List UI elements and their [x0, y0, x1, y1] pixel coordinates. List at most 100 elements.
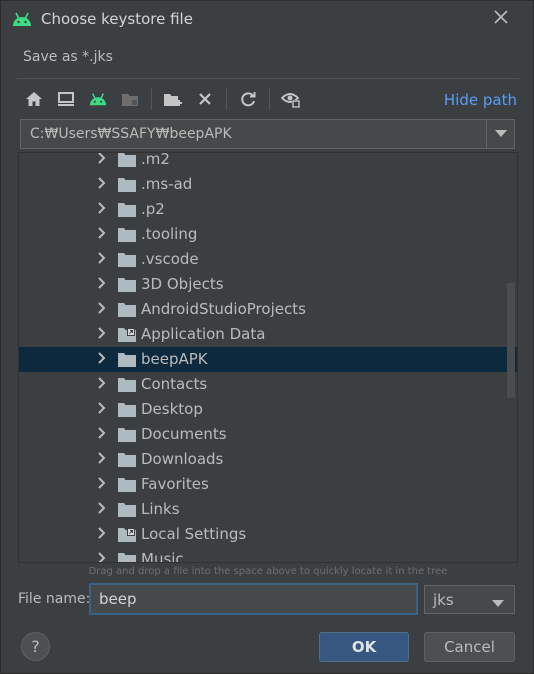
title-bar: Choose keystore file [1, 1, 533, 37]
folder-icon [118, 477, 136, 492]
tree-row-label: AndroidStudioProjects [141, 300, 306, 318]
folder-icon [118, 552, 136, 562]
folder-icon [118, 252, 136, 267]
tree-row[interactable]: .ms-ad [19, 172, 517, 197]
tree-row-label: Music [141, 550, 184, 563]
chevron-right-icon[interactable] [95, 451, 109, 465]
tree-row-label: Favorites [141, 475, 209, 493]
tree-row[interactable]: .p2 [19, 197, 517, 222]
extension-value: jks [433, 591, 454, 609]
chevron-right-icon[interactable] [95, 201, 109, 215]
tree-row-label: .p2 [141, 200, 165, 218]
home-icon[interactable] [23, 88, 45, 110]
tree-row[interactable]: Documents [19, 422, 517, 447]
desktop-icon[interactable] [55, 88, 77, 110]
tree-row-label: Desktop [141, 400, 203, 418]
chevron-right-icon[interactable] [95, 326, 109, 340]
close-icon[interactable] [491, 8, 511, 28]
chevron-right-icon[interactable] [95, 501, 109, 515]
tree-row-label: Application Data [141, 325, 266, 343]
tree-row-label: .ms-ad [141, 175, 193, 193]
chevron-down-icon[interactable] [486, 120, 514, 148]
folder-shortcut-icon [118, 527, 136, 542]
dialog-title: Choose keystore file [41, 10, 193, 28]
folder-icon [118, 427, 136, 442]
tree-row-label: Contacts [141, 375, 208, 393]
tree-scrollbar[interactable] [507, 283, 515, 398]
tree-row[interactable]: Local Settings [19, 522, 517, 547]
ok-button[interactable]: OK [319, 632, 409, 662]
tree-row[interactable]: Music [19, 547, 517, 563]
folder-icon [118, 177, 136, 192]
folder-icon [118, 153, 136, 167]
toolbar-separator [151, 88, 152, 110]
folder-icon [118, 377, 136, 392]
path-field[interactable]: C:₩Users₩SSAFY₩beepAPK [30, 126, 232, 142]
folder-icon [118, 452, 136, 467]
chevron-right-icon[interactable] [95, 526, 109, 540]
divider [17, 78, 519, 79]
tree-row[interactable]: .m2 [19, 152, 517, 172]
help-button[interactable]: ? [21, 632, 50, 661]
folder-icon [118, 277, 136, 292]
refresh-icon[interactable] [237, 88, 259, 110]
chevron-right-icon[interactable] [95, 176, 109, 190]
folder-shortcut-icon [118, 327, 136, 342]
tree-row[interactable]: .tooling [19, 222, 517, 247]
tree-row-label: Downloads [141, 450, 224, 468]
path-combobox[interactable]: C:₩Users₩SSAFY₩beepAPK [20, 119, 515, 149]
tree-row[interactable]: Desktop [19, 397, 517, 422]
folder-icon [118, 302, 136, 317]
choose-keystore-dialog: Choose keystore file Save as *.jks Hide … [0, 0, 534, 674]
tree-row[interactable]: Favorites [19, 472, 517, 497]
dialog-subtitle: Save as *.jks [23, 49, 113, 65]
drag-drop-hint: Drag and drop a file into the space abov… [88, 566, 448, 577]
android-icon[interactable] [87, 88, 109, 110]
toolbar [23, 87, 312, 111]
tree-row-label: Links [141, 500, 180, 518]
folder-icon [118, 227, 136, 242]
tree-row[interactable]: beepAPK [19, 347, 517, 372]
folder-icon [118, 202, 136, 217]
android-icon [11, 9, 33, 29]
module-icon[interactable] [119, 88, 141, 110]
file-name-input[interactable] [89, 583, 418, 615]
tree-row-label: Local Settings [141, 525, 247, 543]
tree-row-label: beepAPK [141, 350, 208, 368]
chevron-right-icon[interactable] [95, 401, 109, 415]
chevron-right-icon[interactable] [95, 301, 109, 315]
tree-row[interactable]: Contacts [19, 372, 517, 397]
folder-icon [118, 402, 136, 417]
chevron-down-icon [492, 596, 504, 612]
folder-icon [118, 352, 136, 367]
chevron-right-icon[interactable] [95, 426, 109, 440]
toolbar-separator [226, 88, 227, 110]
delete-icon[interactable] [194, 88, 216, 110]
chevron-right-icon[interactable] [95, 551, 109, 562]
tree-row[interactable]: 3D Objects [19, 272, 517, 297]
tree-row-label: .m2 [141, 152, 170, 168]
cancel-button[interactable]: Cancel [424, 632, 515, 662]
chevron-right-icon[interactable] [95, 251, 109, 265]
tree-row-label: 3D Objects [141, 275, 224, 293]
tree-row[interactable]: Links [19, 497, 517, 522]
chevron-right-icon[interactable] [95, 226, 109, 240]
file-tree[interactable]: .m2 .ms-ad .p2 .tooling .vscode 3D Objects And… [18, 152, 518, 563]
chevron-right-icon[interactable] [95, 476, 109, 490]
hide-path-link[interactable]: Hide path [444, 91, 517, 109]
tree-row-label: .vscode [141, 250, 199, 268]
chevron-right-icon[interactable] [95, 153, 109, 165]
chevron-right-icon[interactable] [95, 351, 109, 365]
toolbar-separator [269, 88, 270, 110]
tree-row[interactable]: Application Data [19, 322, 517, 347]
chevron-right-icon[interactable] [95, 276, 109, 290]
tree-row[interactable]: AndroidStudioProjects [19, 297, 517, 322]
tree-row[interactable]: .vscode [19, 247, 517, 272]
tree-row-label: Documents [141, 425, 227, 443]
new-folder-icon[interactable] [162, 88, 184, 110]
chevron-right-icon[interactable] [95, 376, 109, 390]
show-hidden-icon[interactable] [280, 88, 302, 110]
folder-icon [118, 502, 136, 517]
tree-row[interactable]: Downloads [19, 447, 517, 472]
extension-select[interactable]: jks [424, 585, 515, 614]
